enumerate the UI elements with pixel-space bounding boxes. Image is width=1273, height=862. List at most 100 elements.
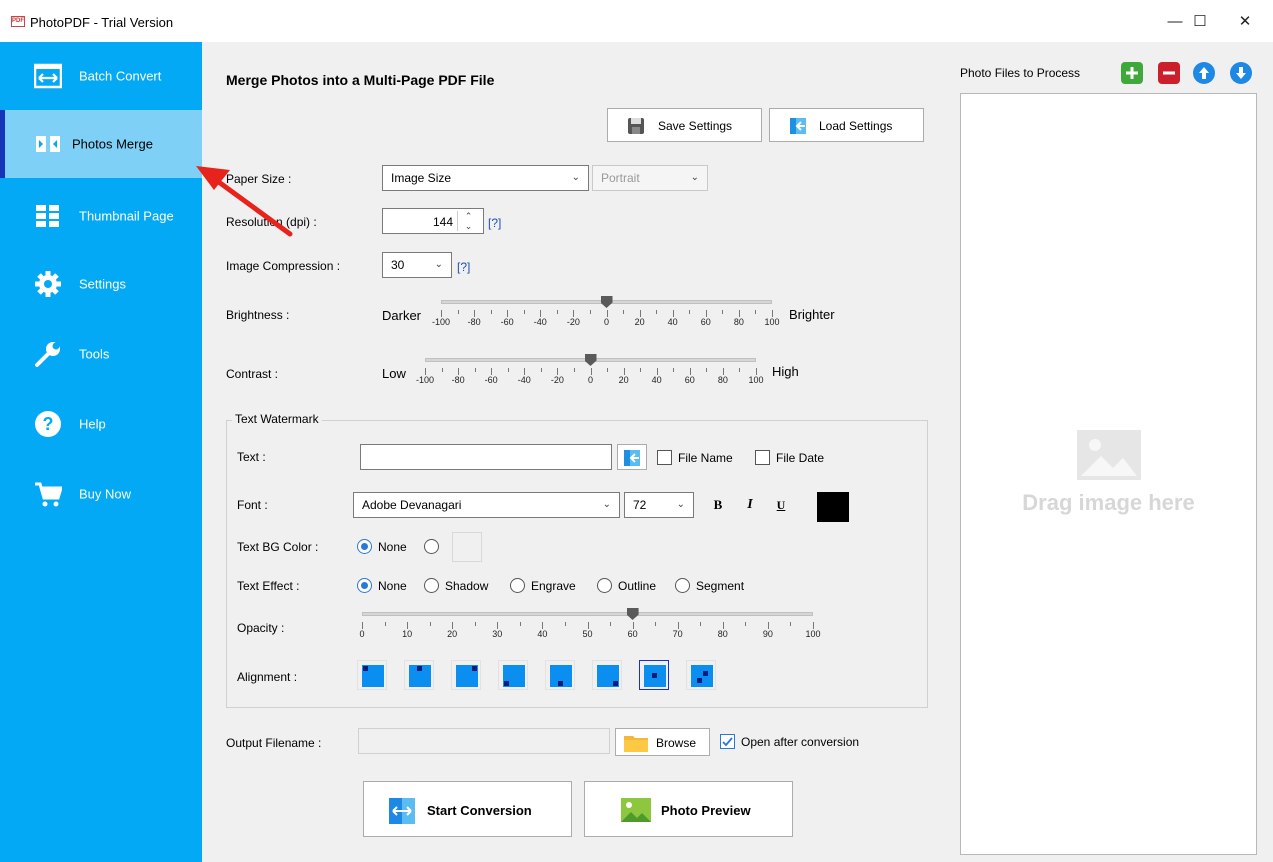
slider-minor-tick [790,622,792,626]
slider-tick-label: 90 [762,629,773,639]
slider-minor-tick [441,368,443,372]
load-arrow-icon [790,118,806,134]
sidebar: Batch Convert Photos Merge Thumbnail Pag… [0,42,202,862]
slider-minor-tick [540,368,542,372]
slider-tick-label: -80 [467,317,481,327]
remove-file-button[interactable] [1158,62,1180,84]
paper-size-value: Image Size [391,171,452,185]
slider-thumb[interactable] [584,354,597,366]
minus-icon [1163,71,1175,75]
alignment-option-8[interactable] [686,660,716,690]
slider-thumb[interactable] [600,296,613,308]
page-title: Merge Photos into a Multi-Page PDF File [226,72,495,88]
resolution-spinner[interactable]: 144 ⌃ ⌄ [382,208,484,234]
slider-thumb[interactable] [626,608,639,620]
folder-icon [624,736,648,752]
effect-shadow-radio[interactable] [424,578,439,593]
font-select[interactable]: Adobe Devanagari ⌄ [353,492,620,518]
slider-tick [772,310,773,317]
bg-color-radio[interactable] [424,539,439,554]
spinner-arrows-icon[interactable]: ⌃ ⌄ [457,211,479,231]
sidebar-item-buy-now[interactable]: Buy Now [0,460,202,528]
text-effect-label: Text Effect : [237,579,300,593]
bg-color-swatch[interactable] [452,532,482,562]
underline-button[interactable]: U [768,494,794,516]
slider-minor-tick [673,368,675,372]
slider-minor-tick [384,622,386,626]
alignment-option-2[interactable] [404,660,434,690]
watermark-text-input[interactable] [360,444,612,470]
maximize-button[interactable]: ☐ [1180,9,1220,35]
orientation-select[interactable]: Portrait ⌄ [592,165,708,191]
slider-tick-label: 0 [587,375,594,385]
open-after-checkbox[interactable] [720,734,735,749]
sidebar-item-settings[interactable]: Settings [0,250,202,318]
move-down-button[interactable] [1230,62,1252,84]
sidebar-item-thumbnail-page[interactable]: Thumbnail Page [0,182,202,250]
load-settings-label: Load Settings [819,119,893,133]
alignment-option-5[interactable] [545,660,575,690]
alignment-option-3[interactable] [451,660,481,690]
contrast-max-label: High [772,364,799,379]
chevron-down-icon: ⌄ [690,172,699,183]
paper-size-select[interactable]: Image Size ⌄ [382,165,589,191]
slider-tick-label: 70 [672,629,683,639]
compression-select[interactable]: 30 ⌄ [382,252,452,278]
gear-icon [35,271,61,297]
output-filename-label: Output Filename : [226,736,322,750]
effect-outline-radio[interactable] [597,578,612,593]
slider-minor-tick [474,622,476,626]
slider-minor-tick [556,310,558,314]
font-size-select[interactable]: 72 ⌄ [624,492,694,518]
slider-tick-label: -60 [500,317,514,327]
contrast-slider[interactable]: -100 -80 -60 -40 -20 0 20 40 60 80 100 [413,354,768,388]
sidebar-item-label: Batch Convert [79,68,162,84]
bold-button[interactable]: B [705,494,731,516]
browse-label: Browse [656,736,697,750]
move-up-button[interactable] [1193,62,1215,84]
resolution-help-link[interactable]: [?] [488,216,501,230]
effect-engrave-radio[interactable] [510,578,525,593]
save-settings-button[interactable]: Save Settings [607,108,762,142]
sidebar-item-tools[interactable]: Tools [0,320,202,388]
sidebar-item-batch-convert[interactable]: Batch Convert [0,42,202,110]
alignment-option-7[interactable] [639,660,669,690]
insert-field-button[interactable] [617,444,647,470]
photo-files-list[interactable]: Drag image here [960,93,1257,855]
add-file-button[interactable] [1121,62,1143,84]
effect-segment-radio[interactable] [675,578,690,593]
slider-minor-tick [755,310,757,314]
slider-tick-label: -40 [533,317,547,327]
compression-help-link[interactable]: [?] [457,260,470,274]
slider-tick [458,368,460,375]
photo-preview-button[interactable]: Photo Preview [584,781,793,837]
alignment-option-4[interactable] [498,660,528,690]
alignment-option-6[interactable] [592,660,622,690]
close-button[interactable]: ✕ [1225,9,1265,35]
file-name-label: File Name [678,451,733,465]
slider-tick [425,368,426,375]
annotation-arrow-icon [196,166,293,237]
sidebar-item-photos-merge[interactable]: Photos Merge [0,110,202,178]
opacity-slider[interactable]: 0 10 20 30 40 50 60 70 80 90 100 [350,608,825,642]
alignment-option-1[interactable] [357,660,387,690]
bg-none-radio[interactable] [357,539,372,554]
effect-none-radio[interactable] [357,578,372,593]
slider-tick-label: -40 [517,375,531,385]
file-date-checkbox[interactable] [755,450,770,465]
font-color-swatch[interactable] [817,492,849,522]
italic-button[interactable]: I [737,494,763,516]
file-name-checkbox[interactable] [657,450,672,465]
slider-minor-tick [623,310,625,314]
sidebar-item-help[interactable]: ? Help [0,390,202,458]
output-filename-input[interactable] [358,728,610,754]
load-settings-button[interactable]: Load Settings [769,108,924,142]
brightness-slider[interactable]: -100 -80 -60 -40 -20 0 20 40 60 80 100 [429,296,784,330]
browse-button[interactable]: Browse [615,728,710,756]
resolution-value: 144 [432,215,453,229]
slider-tick-label: 10 [402,629,413,639]
slider-minor-tick [429,622,431,626]
start-conversion-button[interactable]: Start Conversion [363,781,572,837]
slider-minor-tick [655,622,657,626]
slider-track[interactable] [362,612,813,616]
